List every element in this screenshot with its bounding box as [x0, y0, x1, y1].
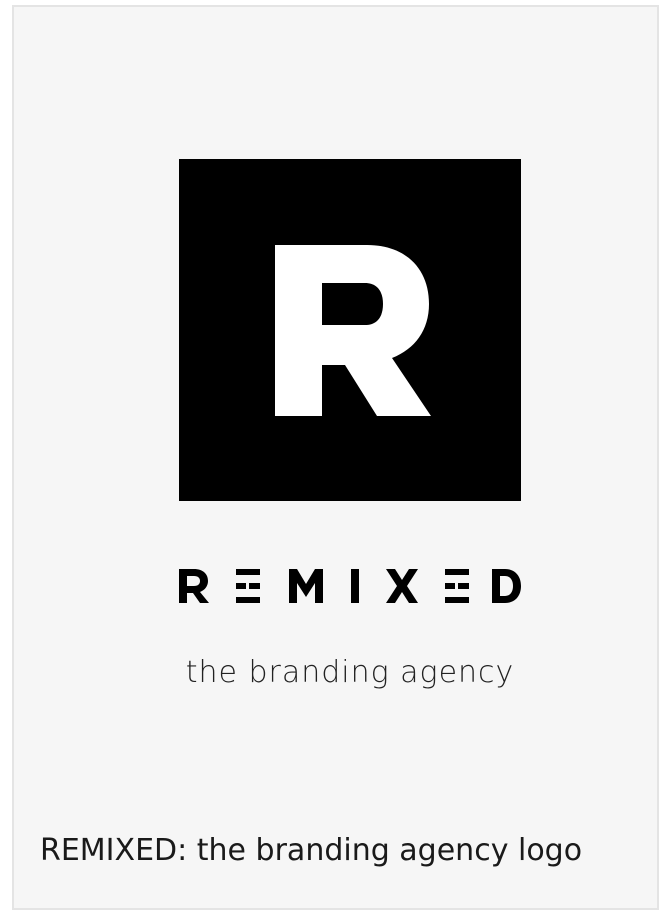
logo-wordmark: REMIXED [179, 567, 521, 605]
logo-monogram-square [179, 159, 521, 501]
image-caption: REMIXED: the branding agency logo [40, 833, 583, 868]
logo-card: REMIXED the branding agency REMIXED: the [12, 5, 659, 910]
monogram-r-icon [275, 245, 431, 416]
remixed-wordmark-icon [179, 569, 521, 603]
logo-tagline: the branding agency [185, 655, 515, 690]
